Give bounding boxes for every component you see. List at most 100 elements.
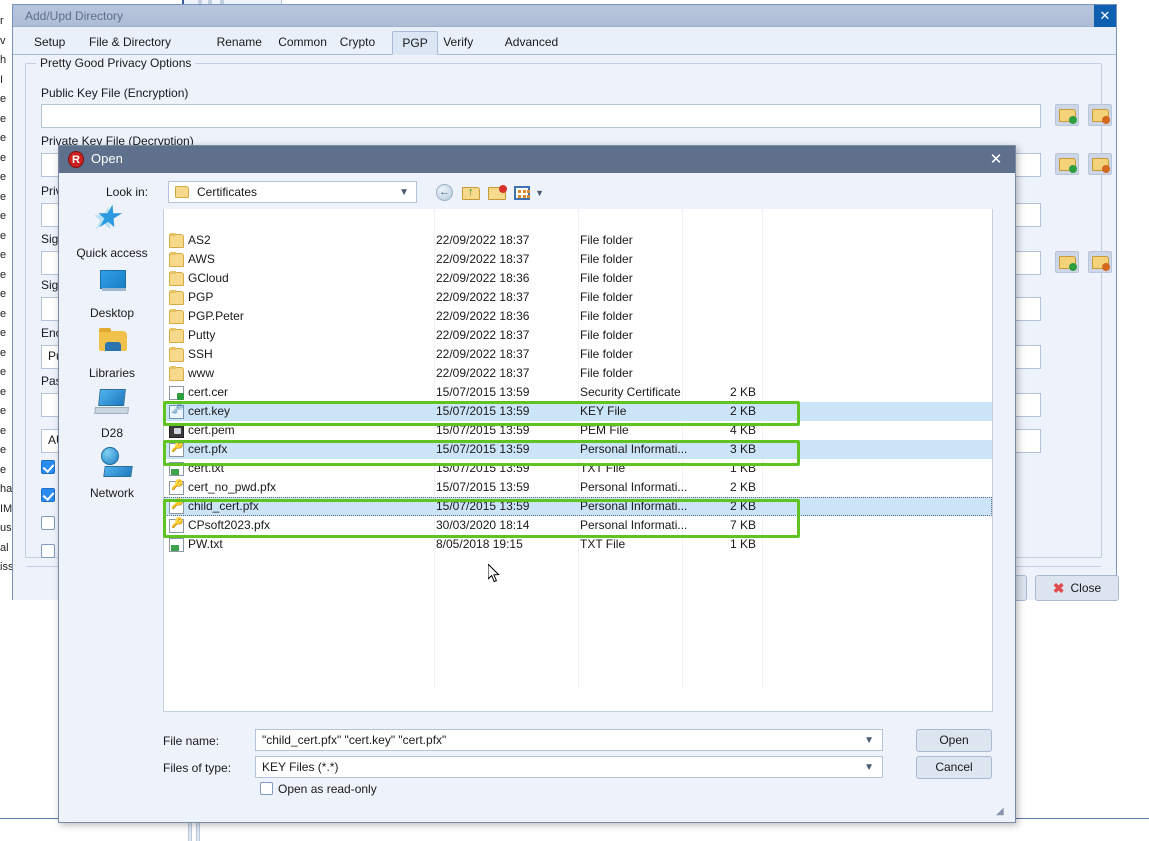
file-list-row[interactable]: CPsoft2023.pfx30/03/2020 18:14Personal I…: [164, 516, 992, 535]
input-public-key-file[interactable]: [41, 104, 1041, 128]
checkbox-input-option[interactable]: [41, 544, 55, 558]
tab-label: File & Directory: [89, 35, 171, 49]
browse-clear-private-key-button[interactable]: [1088, 153, 1112, 175]
folder-icon: [169, 291, 184, 305]
file-date: 15/07/2015 13:59: [436, 385, 529, 399]
file-name: PGP.Peter: [188, 309, 244, 323]
file-list[interactable]: AS222/09/2022 18:37File folderAWS22/09/2…: [163, 209, 993, 712]
file-type: File folder: [580, 366, 633, 380]
up-one-level-button[interactable]: ↑: [460, 182, 482, 204]
file-name: PW.txt: [188, 537, 223, 551]
cancel-button[interactable]: Cancel: [916, 756, 992, 779]
open-dialog-titlebar[interactable]: R Open ✕: [59, 146, 1015, 173]
main-close-button[interactable]: ✖Close: [1035, 575, 1119, 601]
file-list-row[interactable]: Putty22/09/2022 18:37File folder: [164, 326, 992, 345]
file-name-chevron-down-icon[interactable]: ▼: [864, 735, 874, 746]
file-list-row[interactable]: cert.pfx15/07/2015 13:59Personal Informa…: [164, 440, 992, 459]
text-file-icon: [169, 462, 184, 476]
tab-label: Common: [278, 35, 327, 49]
file-list-row[interactable]: PGP.Peter22/09/2022 18:36File folder: [164, 307, 992, 326]
checkbox-text-mode[interactable]: [41, 460, 55, 474]
file-list-row[interactable]: SSH22/09/2022 18:37File folder: [164, 345, 992, 364]
file-list-row[interactable]: www22/09/2022 18:37File folder: [164, 364, 992, 383]
main-window-title: Add/Upd Directory: [25, 9, 123, 23]
pfx-file-icon: [169, 443, 184, 457]
open-as-read-only-row[interactable]: Open as read-only: [260, 782, 377, 796]
files-of-type-chevron-down-icon[interactable]: ▼: [864, 762, 874, 773]
place-d28[interactable]: D28: [62, 385, 162, 440]
folder-remove-icon: [1092, 158, 1109, 171]
tab-common[interactable]: Common: [269, 31, 336, 55]
open-as-read-only-checkbox[interactable]: [260, 782, 273, 795]
look-in-label: Look in:: [106, 185, 148, 199]
tab-setup[interactable]: Setup: [25, 31, 74, 55]
file-type: PEM File: [580, 423, 629, 437]
files-of-type-combobox[interactable]: KEY Files (*.*) ▼: [255, 756, 883, 778]
file-list-row[interactable]: GCloud22/09/2022 18:36File folder: [164, 269, 992, 288]
tab-advanced[interactable]: Advanced: [496, 31, 567, 55]
file-list-row[interactable]: child_cert.pfx15/07/2015 13:59Personal I…: [164, 497, 992, 516]
app-logo-icon: R: [68, 151, 84, 168]
file-list-row[interactable]: AS222/09/2022 18:37File folder: [164, 231, 992, 250]
file-list-row[interactable]: cert.key15/07/2015 13:59KEY File2 KB: [164, 402, 992, 421]
file-date: 22/09/2022 18:37: [436, 328, 529, 342]
file-list-row[interactable]: PGP22/09/2022 18:37File folder: [164, 288, 992, 307]
checkbox-use-option-1[interactable]: [41, 488, 55, 502]
file-type: Personal Informati...: [580, 442, 687, 456]
file-list-row[interactable]: cert.pem15/07/2015 13:59PEM File4 KB: [164, 421, 992, 440]
file-list-row[interactable]: cert.txt15/07/2015 13:59TXT File1 KB: [164, 459, 992, 478]
look-in-combobox[interactable]: Certificates ▼: [168, 181, 417, 203]
views-icon: [514, 186, 530, 200]
browse-add-public-key-button[interactable]: [1055, 104, 1079, 126]
file-size: 7 KB: [684, 518, 756, 532]
open-dialog-close-button[interactable]: ✕: [985, 150, 1007, 170]
browse-clear-signing-key-button[interactable]: [1088, 251, 1112, 273]
file-type: File folder: [580, 252, 633, 266]
file-name-combobox[interactable]: "child_cert.pfx" "cert.key" "cert.pfx" ▼: [255, 729, 883, 751]
open-button[interactable]: Open: [916, 729, 992, 752]
browse-clear-public-key-button[interactable]: [1088, 104, 1112, 126]
monitor-icon: [91, 265, 133, 301]
back-button[interactable]: ←: [434, 182, 456, 204]
views-button[interactable]: ▼: [512, 182, 544, 204]
file-date: 15/07/2015 13:59: [436, 442, 529, 456]
file-list-row[interactable]: cert.cer15/07/2015 13:59Security Certifi…: [164, 383, 992, 402]
file-date: 15/07/2015 13:59: [436, 499, 529, 513]
place-quick-access[interactable]: Quick access: [62, 205, 162, 260]
main-window-close-button[interactable]: ✕: [1094, 5, 1116, 27]
tab-crypto[interactable]: Crypto: [331, 31, 384, 55]
browse-add-signing-key-button[interactable]: [1055, 251, 1079, 273]
folder-add-icon: [1059, 109, 1076, 122]
browse-add-private-key-button[interactable]: [1055, 153, 1079, 175]
file-size: 3 KB: [684, 442, 756, 456]
network-globe-icon: [91, 445, 133, 481]
file-list-row[interactable]: AWS22/09/2022 18:37File folder: [164, 250, 992, 269]
files-of-type-label: Files of type:: [163, 761, 231, 775]
tab-rename[interactable]: Rename: [208, 31, 271, 55]
folder-icon: [169, 234, 184, 248]
file-name: SSH: [188, 347, 213, 361]
file-date: 15/07/2015 13:59: [436, 480, 529, 494]
place-libraries[interactable]: Libraries: [62, 325, 162, 380]
tab-label: Rename: [217, 35, 262, 49]
tab-pgp[interactable]: PGP: [392, 31, 437, 55]
tab-verify[interactable]: Verify: [434, 31, 482, 55]
file-size: 4 KB: [684, 423, 756, 437]
resize-grip[interactable]: ◢: [996, 806, 1006, 816]
views-chevron-down-icon[interactable]: ▼: [535, 188, 544, 198]
file-list-row[interactable]: PW.txt8/05/2018 19:15TXT File1 KB: [164, 535, 992, 554]
checkbox-use-option-2[interactable]: [41, 516, 55, 530]
main-window-titlebar[interactable]: Add/Upd Directory: [13, 5, 1116, 27]
close-x-icon: ✖: [1053, 576, 1065, 600]
file-list-row[interactable]: cert_no_pwd.pfx15/07/2015 13:59Personal …: [164, 478, 992, 497]
place-desktop[interactable]: Desktop: [62, 265, 162, 320]
place-network[interactable]: Network: [62, 445, 162, 500]
folder-icon: [169, 367, 184, 381]
tab-file-directory[interactable]: File & Directory: [80, 31, 180, 55]
new-folder-button[interactable]: [486, 182, 508, 204]
back-icon: ←: [436, 184, 453, 201]
file-date: 22/09/2022 18:36: [436, 309, 529, 323]
file-type: TXT File: [580, 537, 625, 551]
certificate-icon: [169, 386, 184, 400]
files-of-type-value: KEY Files (*.*): [262, 760, 338, 774]
